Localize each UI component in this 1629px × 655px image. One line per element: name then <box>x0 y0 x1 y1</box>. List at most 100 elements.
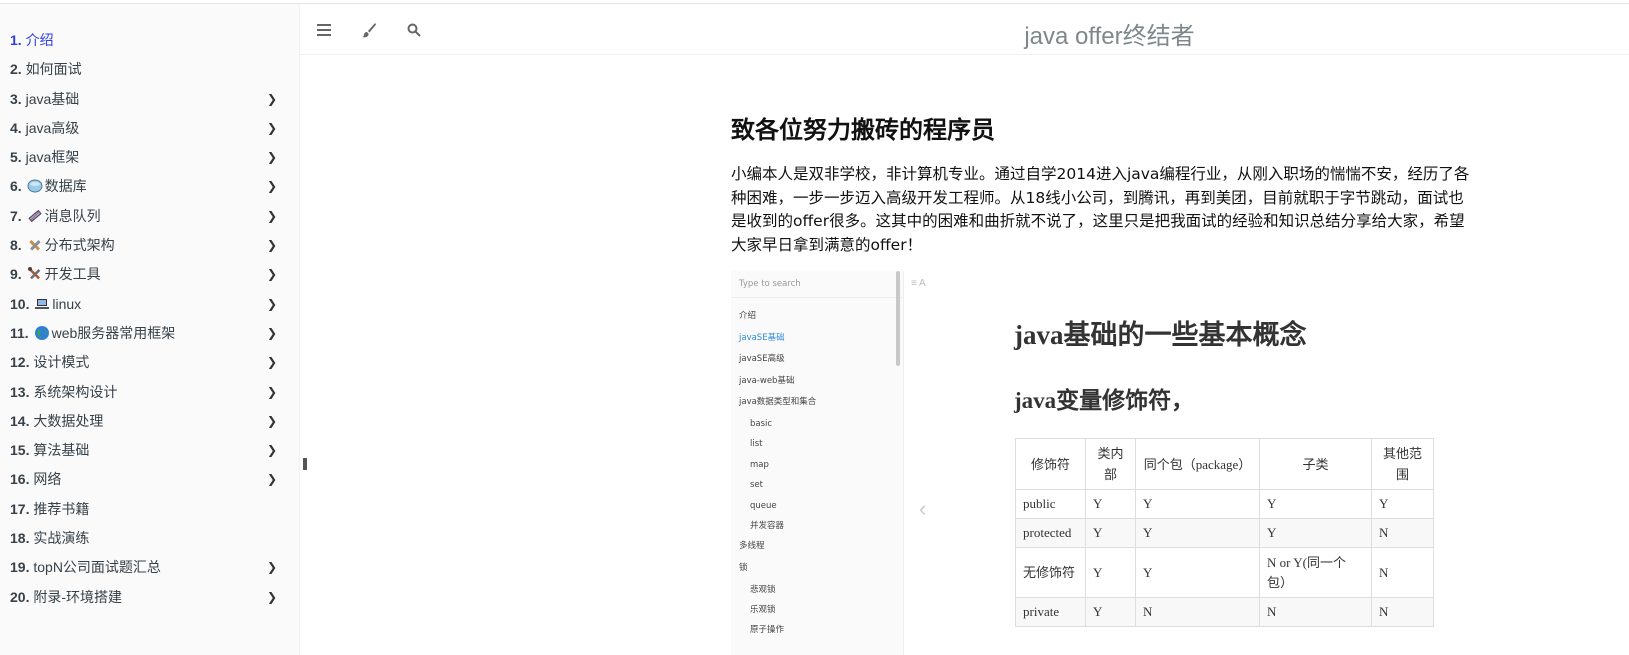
preview-nav-item: 并发容器 <box>750 520 785 531</box>
sidebar-item-label: 分布式架构 <box>44 237 115 254</box>
sidebar-item-1[interactable]: 1. 介绍 <box>0 26 299 55</box>
sidebar-item-number: 7. <box>10 207 22 224</box>
sidebar-item-17[interactable]: 17. 推荐书籍 <box>0 495 299 524</box>
sidebar-item-15[interactable]: 15. 算法基础 ❯ <box>0 436 299 465</box>
sidebar-item-number: 8. <box>10 237 22 254</box>
chevron-right-icon[interactable]: ❯ <box>267 407 277 436</box>
sidebar-item-2[interactable]: 2. 如何面试 <box>0 55 299 84</box>
table-header-cell: 同个包（package） <box>1135 438 1260 490</box>
sidebar-item-12[interactable]: 12. 设计模式 ❯ <box>0 348 299 377</box>
sidebar-item-number: 20. <box>10 588 30 605</box>
sidebar-resize-handle[interactable] <box>303 458 307 470</box>
table-header-cell: 子类 <box>1259 438 1372 490</box>
book-summary-sidebar: 1. 介绍 2. 如何面试 3. java基础 ❯ 4. java高级 ❯ 5. java框… <box>0 4 300 655</box>
sidebar-item-label: web服务器常用框架 <box>51 324 176 341</box>
sidebar-item-label: java高级 <box>25 119 80 136</box>
sidebar-item-5[interactable]: 5. java框架 ❯ <box>0 143 299 172</box>
chevron-right-icon[interactable]: ❯ <box>267 465 277 494</box>
chevron-right-icon[interactable]: ❯ <box>267 172 277 201</box>
sidebar-item-20[interactable]: 20. 附录-环境搭建 ❯ <box>0 583 299 612</box>
sidebar-item-8[interactable]: 8. 分布式架构 ❯ <box>0 231 299 260</box>
sidebar-item-14[interactable]: 14. 大数据处理 ❯ <box>0 407 299 436</box>
sidebar-item-11[interactable]: 11. web服务器常用框架 ❯ <box>0 319 299 348</box>
sidebar-item-6[interactable]: 6. 数据库 ❯ <box>0 172 299 201</box>
sidebar-item-label: java框架 <box>25 149 80 166</box>
laptop-icon <box>34 293 50 309</box>
page-heading: 致各位努力搬砖的程序员 <box>731 116 995 144</box>
sidebar-item-number: 18. <box>10 530 30 547</box>
preview-nav: 介绍 javaSE基础 javaSE高级 java-web基础 java数据类型和集合 b… <box>731 298 903 641</box>
globe-icon <box>34 322 50 340</box>
sidebar-item-label: 设计模式 <box>33 354 90 371</box>
sidebar-item-10[interactable]: 10. linux ❯ <box>0 290 299 319</box>
sidebar-item-label: 实战演练 <box>33 530 90 547</box>
preview-nav-item: 介绍 <box>739 311 757 321</box>
preview-nav-item: 原子操作 <box>750 625 785 636</box>
sidebar-item-label: 算法基础 <box>33 442 90 459</box>
page-content: 致各位努力搬砖的程序员 小编本人是双非学校，非计算机专业。通过自学2014进入j… <box>731 110 1471 257</box>
chevron-right-icon[interactable]: ❯ <box>267 583 277 612</box>
chevron-right-icon[interactable]: ❯ <box>267 319 277 348</box>
tools-icon <box>27 234 43 251</box>
table-header-cell: 类内部 <box>1085 438 1136 490</box>
preview-subheading: java变量修饰符， <box>1014 388 1195 413</box>
sidebar-item-number: 15. <box>10 442 30 459</box>
sidebar-item-label: 介绍 <box>25 32 54 48</box>
sidebar-item-label: linux <box>52 295 82 312</box>
chevron-right-icon[interactable]: ❯ <box>267 85 277 114</box>
sidebar-item-16[interactable]: 16. 网络 ❯ <box>0 465 299 494</box>
table-cell: N <box>1371 547 1434 598</box>
preview-prev-arrow-icon: ‹ <box>919 496 927 521</box>
table-cell: Y <box>1085 597 1136 627</box>
chevron-right-icon[interactable]: ❯ <box>267 231 277 260</box>
summary-list: 1. 介绍 2. 如何面试 3. java基础 ❯ 4. java高级 ❯ 5. java框… <box>0 4 299 612</box>
sidebar-item-3[interactable]: 3. java基础 ❯ <box>0 85 299 114</box>
sidebar-item-19[interactable]: 19. topN公司面试题汇总 ❯ <box>0 553 299 582</box>
chevron-right-icon[interactable]: ❯ <box>267 436 277 465</box>
chevron-right-icon[interactable]: ❯ <box>267 260 277 289</box>
chevron-right-icon[interactable]: ❯ <box>267 143 277 172</box>
sidebar-item-number: 16. <box>10 471 30 488</box>
sidebar-item-label: 推荐书籍 <box>33 500 90 517</box>
table-cell: Y <box>1135 518 1260 548</box>
sidebar-item-label: 系统架构设计 <box>33 383 118 400</box>
table-cell: Y <box>1371 489 1434 519</box>
table-cell: N <box>1135 597 1260 627</box>
table-cell: private <box>1015 597 1086 627</box>
chevron-right-icon[interactable]: ❯ <box>267 553 277 582</box>
sidebar-item-7[interactable]: 7. 消息队列 ❯ <box>0 202 299 231</box>
preview-screenshot-image: Type to search 介绍 javaSE基础 javaSE高级 java-we… <box>731 271 1476 655</box>
table-cell: N or Y(同一个包） <box>1259 547 1372 598</box>
sidebar-item-number: 14. <box>10 412 30 429</box>
book-title: java offer终结者 <box>1024 23 1195 50</box>
sidebar-item-13[interactable]: 13. 系统架构设计 ❯ <box>0 378 299 407</box>
sidebar-item-number: 5. <box>10 149 22 166</box>
preview-toolbar-icons: ≡ A <box>911 278 926 289</box>
book-header: java offer终结者 <box>300 4 1629 55</box>
table-body: public Y Y Y Yprotected Y Y Y N 无修饰符 Y Y N or Y(同一个包… <box>1015 489 1434 627</box>
sidebar-item-4[interactable]: 4. java高级 ❯ <box>0 114 299 143</box>
table-cell: 无修饰符 <box>1015 547 1086 598</box>
chevron-right-icon[interactable]: ❯ <box>267 202 277 231</box>
chevron-right-icon[interactable]: ❯ <box>267 378 277 407</box>
table-cell: Y <box>1259 489 1372 519</box>
table-cell: N <box>1259 597 1372 627</box>
preview-nav-item: 多线程 <box>739 541 765 552</box>
preview-nav-item: java-web基础 <box>739 375 795 386</box>
sidebar-item-label: 开发工具 <box>44 266 101 283</box>
preview-nav-item: javaSE高级 <box>739 354 785 365</box>
table-cell: Y <box>1085 547 1136 598</box>
sidebar-item-18[interactable]: 18. 实战演练 <box>0 524 299 553</box>
intro-paragraph: 小编本人是双非学校，非计算机专业。通过自学2014进入java编程行业，从刚入职… <box>731 165 1470 254</box>
sidebar-item-number: 10. <box>10 295 30 312</box>
table-cell: public <box>1015 489 1086 519</box>
sidebar-item-label: 网络 <box>33 471 62 488</box>
chevron-right-icon[interactable]: ❯ <box>267 114 277 143</box>
preview-search-placeholder: Type to search <box>731 271 903 298</box>
sidebar-item-label: 大数据处理 <box>33 412 104 429</box>
table-row: public Y Y Y Y <box>1015 489 1434 519</box>
sidebar-item-9[interactable]: 9. 开发工具 ❯ <box>0 260 299 289</box>
chevron-right-icon[interactable]: ❯ <box>267 290 277 319</box>
preview-nav-item: 乐观锁 <box>750 604 776 615</box>
chevron-right-icon[interactable]: ❯ <box>267 348 277 377</box>
